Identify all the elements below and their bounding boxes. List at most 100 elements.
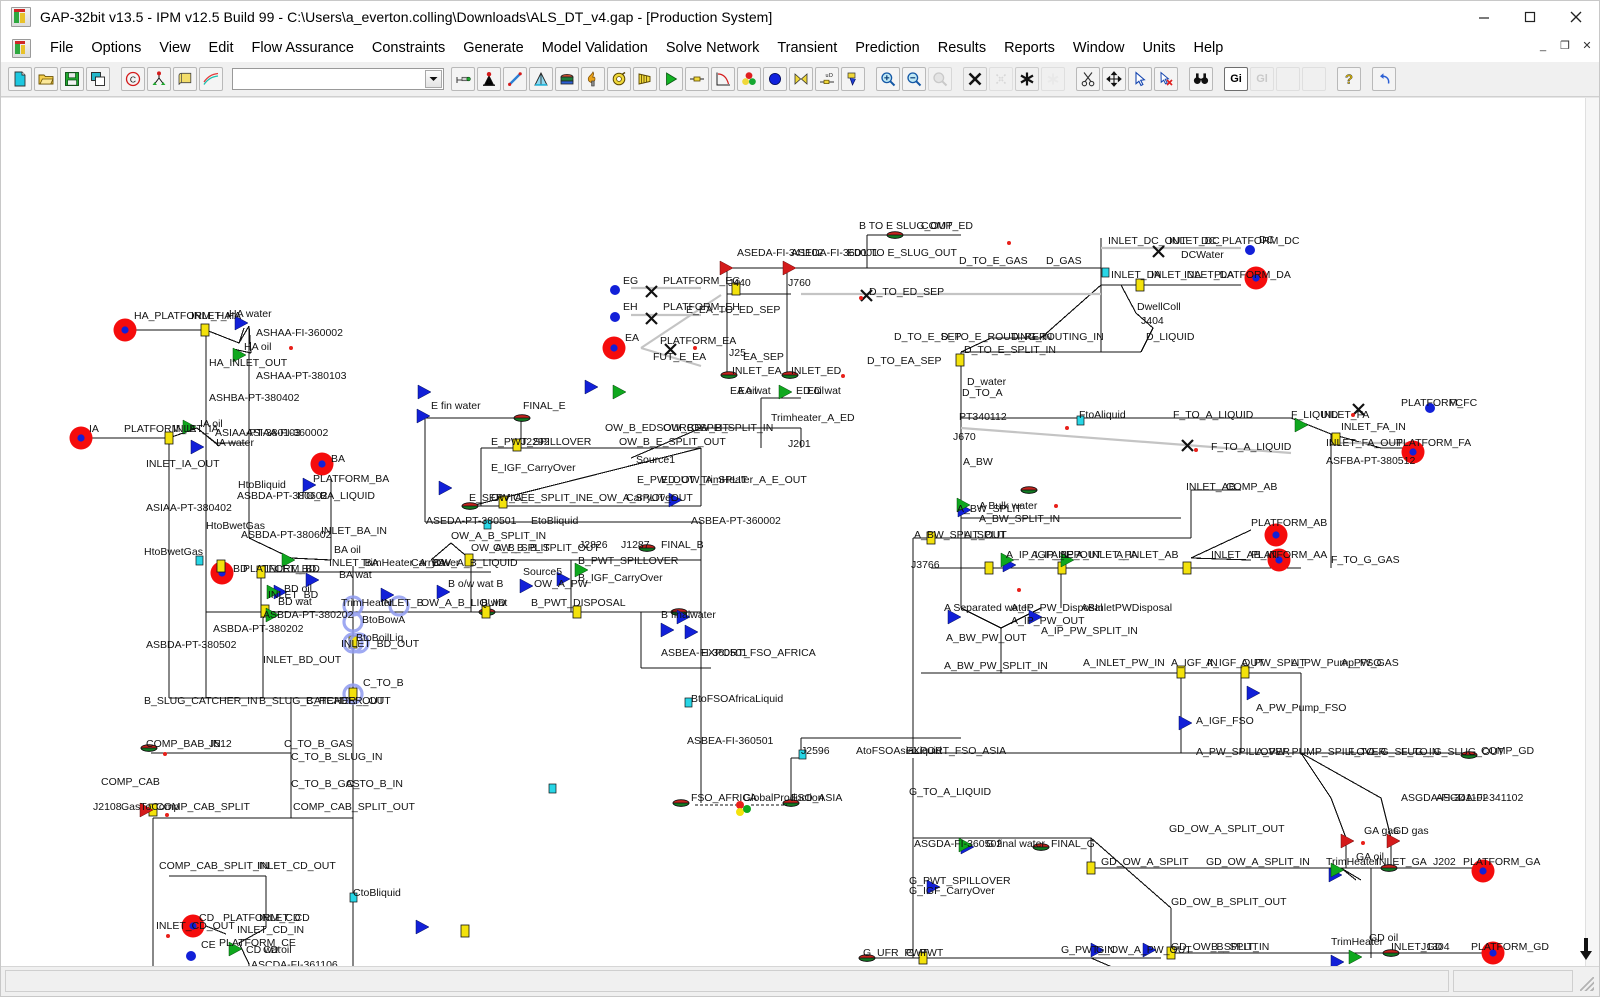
network-node-label[interactable]: PLATFORM_FA: [1396, 437, 1471, 449]
network-node-label[interactable]: FINAL_G: [1051, 838, 1095, 850]
network-node-label[interactable]: PLATFORM_FC: [1401, 397, 1478, 409]
network-node-label[interactable]: EA wat: [738, 385, 771, 397]
network-node-label[interactable]: A_BW_PW_SPLIT_IN: [944, 660, 1048, 672]
network-node-label[interactable]: G final water: [986, 838, 1045, 850]
network-node-label[interactable]: G_IGF_CarryOver: [909, 885, 995, 897]
network-node-label[interactable]: INLET_BD: [268, 589, 319, 601]
network-node-label[interactable]: D_TO_A: [962, 387, 1003, 399]
network-node-label[interactable]: D_TO_E_GAS: [959, 255, 1028, 267]
network-node-label[interactable]: D_LIQUID: [1146, 331, 1195, 343]
menu-prediction[interactable]: Prediction: [846, 37, 928, 59]
network-node-label[interactable]: B o/w wat B: [448, 578, 503, 590]
help-button[interactable]: ?: [1337, 67, 1361, 91]
production-network-diagram[interactable]: B TO E SLUG_OUTCOMP_EDINLET_DC_OUTINLET_…: [1, 98, 1599, 966]
minimize-button[interactable]: [1461, 1, 1507, 33]
network-node-label[interactable]: J2596: [801, 745, 830, 757]
network-node-label[interactable]: Source5: [523, 566, 562, 578]
network-node-label[interactable]: GD_OW_A_SPLIT_IN: [1206, 856, 1310, 868]
network-node-label[interactable]: DCWater: [1181, 249, 1224, 261]
network-node-label[interactable]: A_IP_PW_SPLIT_IN: [1041, 625, 1138, 637]
network-node-label[interactable]: EXPORT_FSO_AFRICA: [701, 647, 816, 659]
network-node-label[interactable]: E_EA_TO_ED_SEP: [686, 304, 780, 316]
tank-button[interactable]: [555, 67, 579, 91]
save-file-button[interactable]: [60, 67, 84, 91]
network-node-label[interactable]: B_IGF_CarryOver: [578, 572, 663, 584]
network-node-label[interactable]: GD_OW_A_SPLIT: [1101, 856, 1189, 868]
network-node-label[interactable]: ASBDA-PT-380202: [263, 609, 354, 621]
network-node-label[interactable]: FINAL_E: [523, 400, 566, 412]
network-node-label[interactable]: A_BW_SPLIT_IN: [979, 513, 1060, 525]
network-node-label[interactable]: PLATFORM_GA: [1463, 856, 1540, 868]
network-node-label[interactable]: INLET_FA_OUT: [1326, 437, 1403, 449]
network-node-label[interactable]: ED wat: [807, 385, 841, 397]
network-node-label[interactable]: HtoBwetGas: [144, 546, 203, 558]
network-node-label[interactable]: ASBEA-FI-360501: [687, 735, 774, 747]
unmask-button[interactable]: [1041, 67, 1065, 91]
wi-tab-button[interactable]: Gl: [1250, 67, 1274, 91]
network-node-label[interactable]: D_TO_E_SPLIT_IN: [964, 344, 1056, 356]
network-node-label[interactable]: PLATFORM_AB: [1251, 517, 1327, 529]
network-node-label[interactable]: INLET_EA: [732, 365, 782, 377]
open-file-button[interactable]: [34, 67, 58, 91]
mask-button[interactable]: [1015, 67, 1039, 91]
network-node-label[interactable]: A_PW_GAS: [1341, 657, 1399, 669]
mdi-close-button[interactable]: ✕: [1579, 38, 1595, 54]
network-node-label[interactable]: J1287: [621, 539, 650, 551]
menu-generate[interactable]: Generate: [454, 37, 532, 59]
delete-button[interactable]: [963, 67, 987, 91]
network-node-label[interactable]: A_BW_PW_OUT: [946, 632, 1027, 644]
network-node-label[interactable]: J670: [953, 431, 976, 443]
menu-edit[interactable]: Edit: [200, 37, 243, 59]
menu-options[interactable]: Options: [82, 37, 150, 59]
network-node-label[interactable]: EH: [623, 301, 638, 313]
menu-window[interactable]: Window: [1064, 37, 1134, 59]
network-node-label[interactable]: J760: [788, 277, 811, 289]
flare-button[interactable]: [581, 67, 605, 91]
network-node-label[interactable]: OW_A_E_SPLIT_IN: [491, 492, 586, 504]
network-node-label[interactable]: A_IGF_FSO: [1196, 715, 1254, 727]
network-node-label[interactable]: OW_B_SPLIT_IN: [691, 422, 773, 434]
inline-element-button[interactable]: [685, 67, 709, 91]
network-node-label[interactable]: Trimheater_A_ED: [771, 412, 855, 424]
network-node-label[interactable]: DwellColl: [1137, 301, 1181, 313]
network-node-label[interactable]: CarryOver: [626, 492, 675, 504]
network-node-label[interactable]: ASHBA-PT-380402: [209, 392, 300, 404]
network-node-label[interactable]: F_TO_A_LIQUID: [1173, 409, 1254, 421]
find-button[interactable]: [1189, 67, 1213, 91]
gl-tab-button[interactable]: [1302, 67, 1326, 91]
network-node-label[interactable]: C_TO_B_IN: [346, 778, 403, 790]
network-node-label[interactable]: ASIAA-FI-360002: [246, 427, 328, 439]
resize-grip[interactable]: [1577, 970, 1595, 992]
network-node-label[interactable]: BtoBowA: [362, 614, 405, 626]
new-file-button[interactable]: [8, 67, 32, 91]
network-node-label[interactable]: D_REROUTING_IN: [1011, 331, 1104, 343]
network-node-label[interactable]: B_SPLIT_IN: [1211, 941, 1269, 953]
network-node-label[interactable]: ASHAA-PT-380103: [256, 370, 347, 382]
network-node-label[interactable]: J2108: [93, 801, 122, 813]
menu-solve-network[interactable]: Solve Network: [657, 37, 768, 59]
network-canvas[interactable]: B TO E SLUG_OUT COMP_ED INLET_DC_OUT INLET_…: [1, 97, 1599, 966]
menu-reports[interactable]: Reports: [995, 37, 1064, 59]
network-node-label[interactable]: EXPORT_FSO_ASIA: [906, 745, 1006, 757]
network-node-label[interactable]: FINAL_B: [661, 539, 704, 551]
network-node-label[interactable]: INLET_ED: [791, 365, 842, 377]
network-node-label[interactable]: A_BW: [963, 456, 993, 468]
network-node-label[interactable]: D_TO_EA_SEP: [867, 355, 942, 367]
network-node-label[interactable]: ASEDA-PT-380501: [426, 515, 517, 527]
close-button[interactable]: [1553, 1, 1599, 33]
network-node-label[interactable]: COMP_CAB_SPLIT: [156, 801, 251, 813]
menu-view[interactable]: View: [150, 37, 199, 59]
network-node-label[interactable]: IA: [89, 423, 99, 435]
network-node-label[interactable]: ITO_BA_LIQUID: [297, 490, 375, 502]
network-node-label[interactable]: INLET_GA: [1376, 856, 1427, 868]
menu-file[interactable]: File: [41, 37, 82, 59]
network-node-label[interactable]: C_TO_B_GAS: [284, 738, 353, 750]
fluid-balls-button[interactable]: [737, 67, 761, 91]
run-button[interactable]: [659, 67, 683, 91]
network-node-label[interactable]: INLET_BD: [266, 563, 317, 575]
undo-button[interactable]: [1372, 67, 1396, 91]
network-node-label[interactable]: A_PW_Pump_FSO: [1256, 702, 1346, 714]
network-node-label[interactable]: PT340112: [959, 411, 1007, 423]
network-node-label[interactable]: PLATFORM_DA: [1214, 269, 1291, 281]
network-node-label[interactable]: INLET_CD: [259, 912, 310, 924]
